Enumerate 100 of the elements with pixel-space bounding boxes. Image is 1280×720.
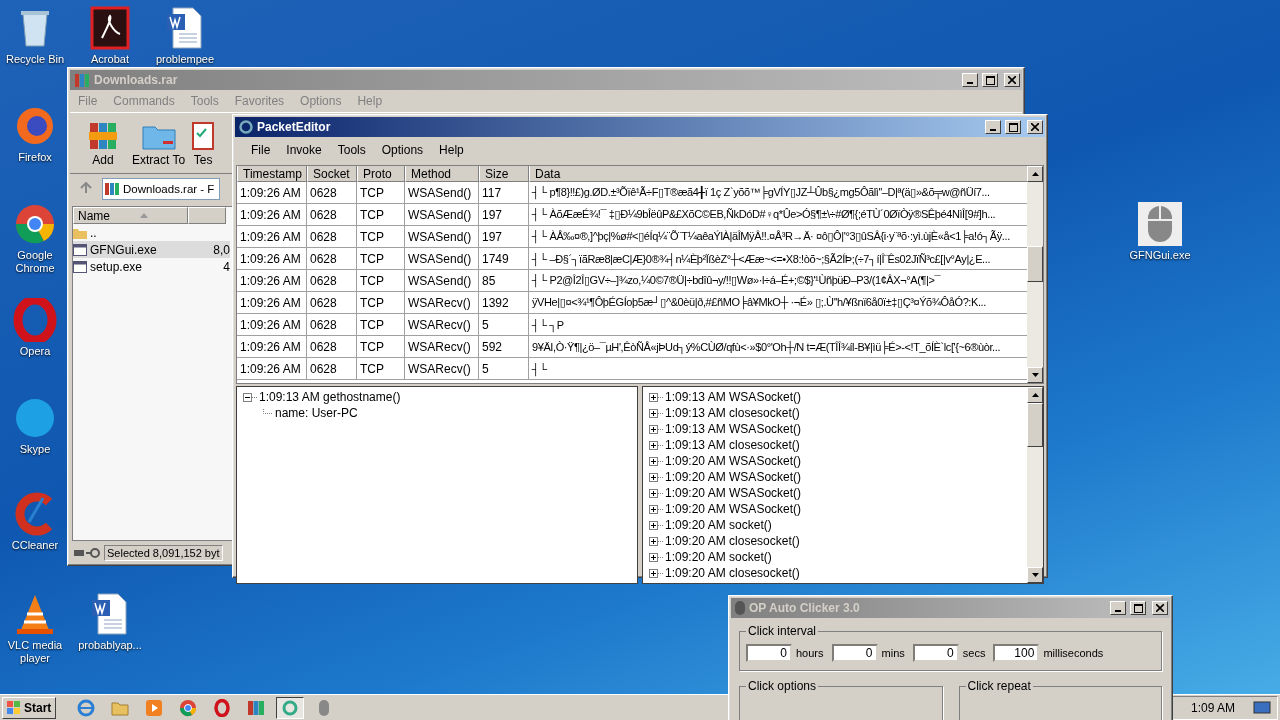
table-cell: WSARecv()	[405, 336, 479, 358]
tree-item[interactable]: 1:09:20 AM WSASocket()	[649, 469, 1021, 485]
number-field[interactable]: 100	[993, 644, 1040, 662]
table-cell: WSARecv()	[405, 292, 479, 314]
maximize-icon	[985, 75, 995, 85]
number-field[interactable]: 0	[831, 644, 878, 662]
column-header[interactable]: Method	[405, 166, 479, 182]
desktop-shortcut[interactable]: CCleaner	[3, 492, 67, 552]
column-header[interactable]: Timestamp	[237, 166, 307, 182]
tree-item[interactable]: 1:09:20 AM WSASocket()	[649, 501, 1021, 517]
desktop-shortcut[interactable]: Recycle Bin	[3, 6, 67, 66]
tree-item[interactable]: 1:09:20 AM closesocket()	[649, 565, 1021, 581]
tree-item[interactable]: 1:09:13 AM gethostname()	[243, 389, 631, 405]
file-row[interactable]: GFNGui.exe 8,0	[73, 241, 230, 258]
scrollbar[interactable]	[1027, 166, 1043, 383]
expand-plus-icon[interactable]	[649, 520, 663, 530]
menu-item[interactable]: Invoke	[278, 141, 330, 159]
expand-plus-icon[interactable]	[649, 536, 663, 546]
expand-plus-icon[interactable]	[649, 424, 663, 434]
desktop-shortcut[interactable]: VLC media player	[3, 592, 67, 665]
scroll-thumb[interactable]	[1027, 403, 1043, 447]
column-header[interactable]: Name	[73, 207, 188, 224]
column-header[interactable]: Proto	[357, 166, 405, 182]
maximize-button[interactable]	[982, 73, 998, 87]
maximize-button[interactable]	[1130, 601, 1146, 615]
scroll-up-button[interactable]	[1027, 166, 1043, 182]
table-cell: 1:09:26 AM	[237, 248, 307, 270]
scrollbar[interactable]	[1027, 387, 1043, 583]
expand-plus-icon[interactable]	[649, 408, 663, 418]
menu-item[interactable]: Tools	[329, 141, 374, 159]
scroll-down-button[interactable]	[1027, 367, 1043, 383]
column-header[interactable]: Socket	[307, 166, 357, 182]
number-field[interactable]: 0	[746, 644, 792, 662]
close-button[interactable]	[1152, 601, 1168, 615]
expand-plus-icon[interactable]	[649, 552, 663, 562]
close-button[interactable]	[1027, 120, 1043, 134]
expand-plus-icon[interactable]	[649, 472, 663, 482]
scroll-down-button[interactable]	[1027, 567, 1043, 583]
shortcut-label: problempee	[155, 53, 215, 66]
address-field[interactable]: Downloads.rar - F	[102, 178, 220, 200]
number-field[interactable]: 0	[912, 644, 959, 662]
scroll-up-button[interactable]	[1027, 387, 1043, 403]
menu-item[interactable]: Help	[431, 141, 472, 159]
start-button[interactable]: Start	[2, 696, 57, 719]
close-icon	[1008, 76, 1016, 84]
minimize-button[interactable]	[985, 120, 1001, 134]
desktop-shortcut[interactable]: Opera	[3, 298, 67, 358]
desktop-shortcut[interactable]: problempee	[153, 6, 217, 66]
table-cell: 1:09:26 AM	[237, 182, 307, 204]
maximize-button[interactable]	[1005, 120, 1021, 134]
desktop-shortcut[interactable]: Google Chrome	[3, 202, 67, 275]
menu-item[interactable]: Options	[373, 141, 432, 159]
column-header[interactable]: Data	[529, 166, 1027, 182]
monitor-icon	[1253, 700, 1271, 715]
table-cell: 0628	[307, 182, 357, 204]
computer-mouse-icon	[318, 698, 331, 717]
desktop-shortcut[interactable]: Acrobat	[78, 6, 142, 66]
books-icon	[247, 698, 266, 717]
tree-item[interactable]: 1:09:13 AM WSASocket()	[649, 421, 1021, 437]
group-label: Click interval	[747, 624, 817, 638]
tree-item[interactable]: 1:09:20 AM WSASocket()	[649, 485, 1021, 501]
shortcut-label: probablyap...	[78, 639, 142, 652]
expand-plus-icon[interactable]	[649, 456, 663, 466]
file-row[interactable]: ..	[73, 224, 230, 241]
table-cell: 0628	[307, 314, 357, 336]
folder-icon	[73, 226, 87, 239]
tree-item[interactable]: 1:09:20 AM socket()	[649, 517, 1021, 533]
tree-item[interactable]: 1:09:13 AM closesocket()	[649, 405, 1021, 421]
toolbar-button[interactable]: Extract To	[130, 117, 188, 169]
collapse-minus-icon[interactable]	[243, 392, 257, 402]
scroll-thumb[interactable]	[1027, 246, 1043, 282]
column-header[interactable]: Size	[479, 166, 529, 182]
expand-plus-icon[interactable]	[649, 568, 663, 578]
expand-plus-icon[interactable]	[649, 504, 663, 514]
tree-item[interactable]: name: User-PC	[275, 406, 358, 420]
expand-plus-icon[interactable]	[649, 392, 663, 402]
toolbar-button[interactable]: Add	[78, 117, 128, 169]
shortcut-label: GFNGui.exe	[1129, 249, 1191, 262]
toolbar-button[interactable]: Tes	[189, 117, 218, 169]
table-cell: 1:09:26 AM	[237, 204, 307, 226]
expand-plus-icon[interactable]	[649, 440, 663, 450]
taskbar-app-button[interactable]	[276, 696, 305, 719]
archive-books-icon	[105, 182, 119, 196]
expand-plus-icon[interactable]	[649, 488, 663, 498]
minimize-button[interactable]	[1110, 601, 1126, 615]
desktop-shortcut[interactable]: Skype	[3, 396, 67, 456]
tree-item[interactable]: 1:09:20 AM socket()	[649, 549, 1021, 565]
file-row[interactable]: setup.exe 4	[73, 258, 230, 275]
menu-item[interactable]: File	[243, 141, 279, 159]
tree-item[interactable]: 1:09:13 AM WSASocket()	[649, 389, 1021, 405]
desktop-shortcut[interactable]: Firefox	[3, 104, 67, 164]
minimize-button[interactable]	[962, 73, 978, 87]
tree-item[interactable]: 1:09:20 AM WSASocket()	[649, 453, 1021, 469]
table-cell: 5	[479, 358, 529, 380]
close-button[interactable]	[1004, 73, 1020, 87]
shortcut-label: CCleaner	[11, 539, 59, 552]
tree-item[interactable]: 1:09:13 AM closesocket()	[649, 437, 1021, 453]
tree-item[interactable]: 1:09:20 AM closesocket()	[649, 533, 1021, 549]
desktop-shortcut[interactable]: probablyap...	[78, 592, 142, 652]
desktop-shortcut[interactable]: GFNGui.exe	[1128, 202, 1192, 262]
